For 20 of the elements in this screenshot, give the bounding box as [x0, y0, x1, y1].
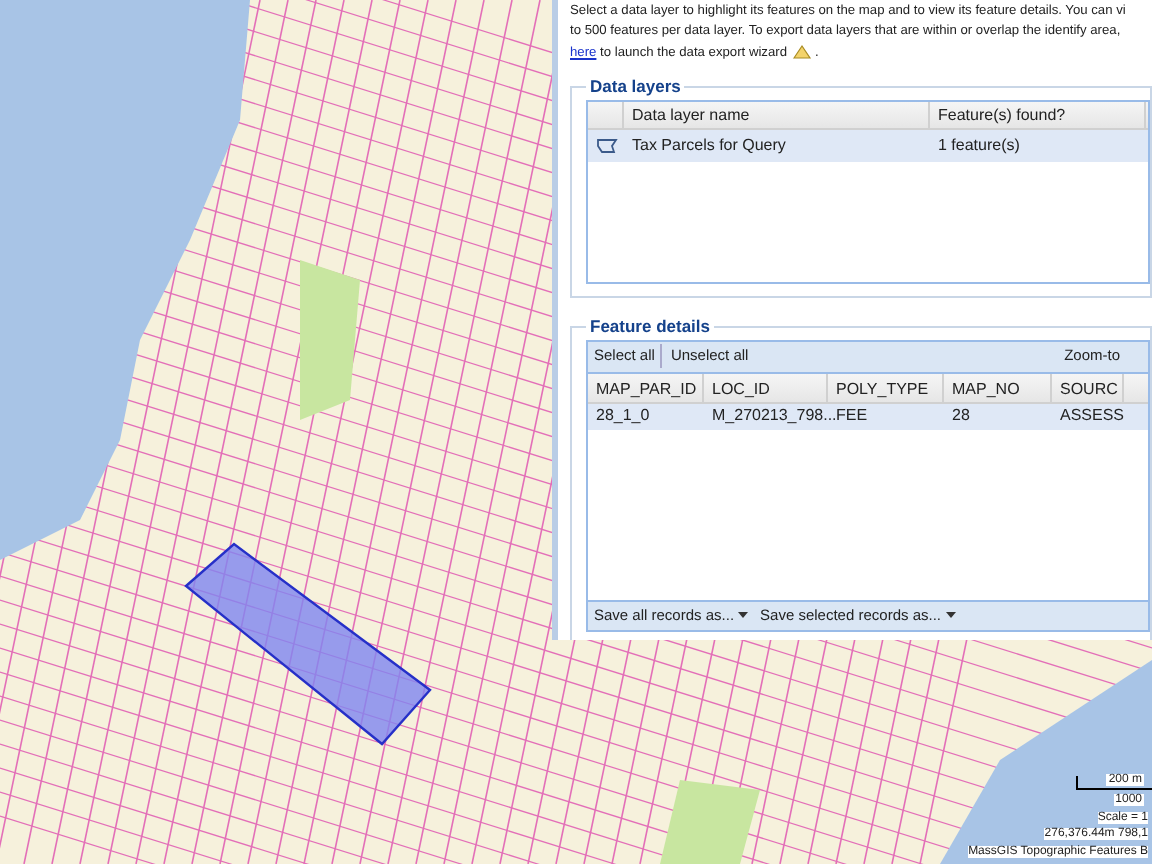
data-layer-row[interactable]: Tax Parcels for Query 1 feature(s) [588, 129, 1148, 162]
table-cell-text: ASSESS [1058, 404, 1124, 428]
table-cell-text: 28 [950, 404, 972, 428]
layer-name: Tax Parcels for Query [630, 133, 788, 158]
column-header[interactable]: Feature(s) found? [930, 101, 1146, 128]
column-header[interactable]: LOC_ID [704, 373, 828, 401]
column-header[interactable]: SOURC [1052, 373, 1124, 401]
polygon-icon [595, 137, 617, 154]
column-header[interactable]: POLY_TYPE [828, 373, 944, 401]
data-layers-title: Data layers [588, 74, 683, 100]
column-header[interactable]: Data layer name [624, 101, 930, 128]
feature-row[interactable]: 28_1_0 M_270213_798...FEE 28 ASSESS [588, 403, 1148, 429]
table-cell-text: 28_1_0 [594, 404, 652, 428]
feature-details-title: Feature details [588, 313, 712, 339]
column-header[interactable]: MAP_PAR_ID [588, 373, 704, 401]
caret-icon [945, 612, 955, 618]
column-header[interactable]: MAP_NO [944, 373, 1052, 401]
wizard-icon [791, 42, 812, 60]
feature-count: 1 feature(s) [936, 133, 1022, 158]
caret-icon [738, 612, 749, 618]
